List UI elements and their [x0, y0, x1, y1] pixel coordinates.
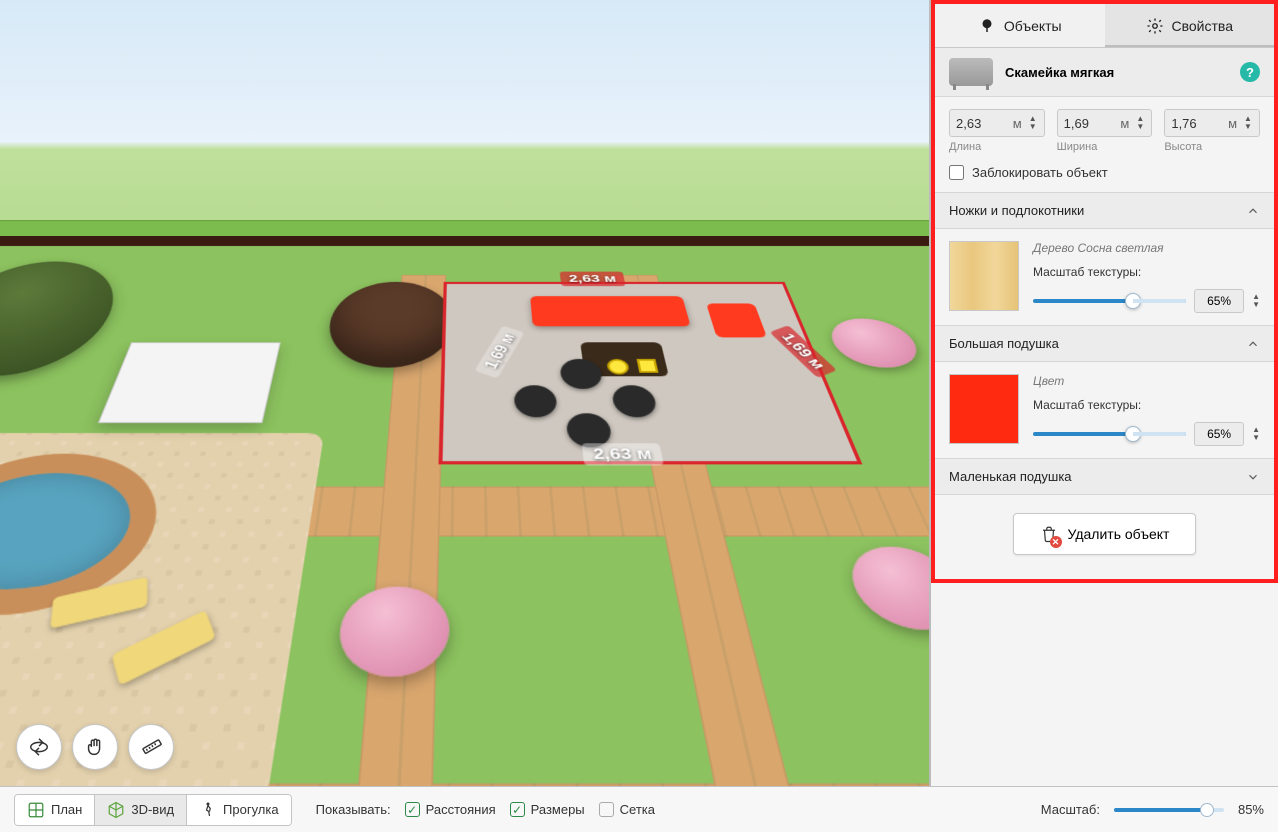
object-name: Скамейка мягкая: [1005, 65, 1228, 80]
length-label: Длина: [949, 141, 1045, 153]
stepper-down-icon[interactable]: ▼: [1243, 123, 1253, 131]
viewport-3d[interactable]: 2,63 м 2,63 м 1,69 м 1,69 м: [0, 0, 930, 786]
width-label: Ширина: [1057, 141, 1153, 153]
tab-properties[interactable]: Свойства: [1105, 4, 1275, 48]
checkbox-checked-icon: ✓: [405, 802, 420, 817]
stepper-down-icon[interactable]: ▼: [1028, 123, 1038, 131]
stepper-down-icon[interactable]: ▼: [1252, 434, 1260, 442]
trash-icon: ✕: [1040, 524, 1058, 544]
view-3d-button[interactable]: 3D-вид: [95, 795, 187, 825]
texture-scale-value[interactable]: 65%: [1194, 422, 1244, 446]
show-label: Показывать:: [316, 802, 391, 817]
length-input[interactable]: 2,63 м ▲▼: [949, 109, 1045, 137]
lock-object-checkbox[interactable]: Заблокировать объект: [935, 157, 1274, 192]
checkbox-checked-icon: ✓: [510, 802, 525, 817]
tab-label: Объекты: [1004, 18, 1062, 34]
tab-label: Свойства: [1172, 18, 1233, 34]
section-small-cushion-header[interactable]: Маленькая подушка: [935, 458, 1274, 495]
tree-icon: [978, 17, 996, 35]
material-name: Дерево Сосна светлая: [1033, 241, 1260, 255]
delete-object-button[interactable]: ✕ Удалить объект: [1013, 513, 1197, 555]
texture-scale-slider[interactable]: [1033, 432, 1186, 436]
section-big-cushion-header[interactable]: Большая подушка: [935, 325, 1274, 362]
view-plan-button[interactable]: План: [15, 795, 95, 825]
material-name: Цвет: [1033, 374, 1260, 388]
pan-tool[interactable]: [72, 724, 118, 770]
help-button[interactable]: ?: [1240, 62, 1260, 82]
stepper-down-icon[interactable]: ▼: [1135, 123, 1145, 131]
view3d-icon: [107, 801, 125, 819]
height-input[interactable]: 1,76 м ▲▼: [1164, 109, 1260, 137]
scene-canvas: 2,63 м 2,63 м 1,69 м 1,69 м: [0, 0, 929, 786]
sofa-selected[interactable]: [530, 296, 691, 326]
orbit-tool[interactable]: [16, 724, 62, 770]
texture-scale-label: Масштаб текстуры:: [1033, 265, 1260, 279]
texture-scale-label: Масштаб текстуры:: [1033, 398, 1260, 412]
bottom-toolbar: План 3D-вид Прогулка Показывать: ✓ Расст…: [0, 786, 1278, 832]
zoom-value: 85%: [1238, 802, 1264, 817]
lot: 2,63 м 2,63 м 1,69 м 1,69 м: [0, 236, 930, 786]
side-panel: Объекты Свойства Скамейка мягкая ?: [930, 0, 1278, 786]
object-thumbnail: [949, 58, 993, 86]
stepper-down-icon[interactable]: ▼: [1252, 301, 1260, 309]
dimension-label: 2,63 м: [581, 443, 664, 465]
section-legs-header[interactable]: Ножки и подлокотники: [935, 192, 1274, 229]
scale-label: Масштаб:: [1041, 802, 1100, 817]
width-input[interactable]: 1,69 м ▲▼: [1057, 109, 1153, 137]
toggle-distances[interactable]: ✓ Расстояния: [405, 802, 496, 817]
material-swatch-color[interactable]: [949, 374, 1019, 444]
toggle-sizes[interactable]: ✓ Размеры: [510, 802, 585, 817]
zoom-slider[interactable]: [1114, 808, 1224, 812]
tab-objects[interactable]: Объекты: [935, 4, 1105, 48]
texture-scale-value[interactable]: 65%: [1194, 289, 1244, 313]
material-swatch-wood[interactable]: [949, 241, 1019, 311]
gear-icon: [1146, 17, 1164, 35]
measure-tool[interactable]: [128, 724, 174, 770]
toggle-grid[interactable]: ✓ Сетка: [599, 802, 655, 817]
plan-icon: [27, 801, 45, 819]
view-walk-button[interactable]: Прогулка: [187, 795, 291, 825]
lock-checkbox-input[interactable]: [949, 165, 964, 180]
scale-handle[interactable]: [636, 359, 658, 373]
checkbox-unchecked-icon: ✓: [599, 802, 614, 817]
dimension-label: 2,63 м: [559, 271, 626, 286]
chevron-up-icon: [1246, 204, 1260, 218]
chevron-down-icon: [1246, 470, 1260, 484]
texture-scale-slider[interactable]: [1033, 299, 1186, 303]
chevron-up-icon: [1246, 337, 1260, 351]
height-label: Высота: [1164, 141, 1260, 153]
walk-icon: [199, 801, 217, 819]
